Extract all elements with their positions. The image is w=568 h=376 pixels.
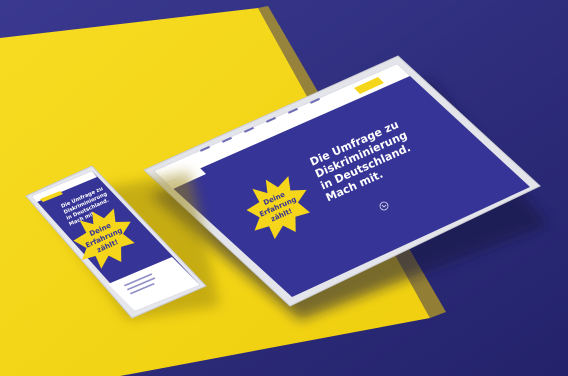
device-mockup-scene: Deine Erfahrung zählt! Die Umfrage zu Di… (0, 0, 568, 376)
mockup-illustration: Deine Erfahrung zählt! Die Umfrage zu Di… (0, 0, 568, 376)
